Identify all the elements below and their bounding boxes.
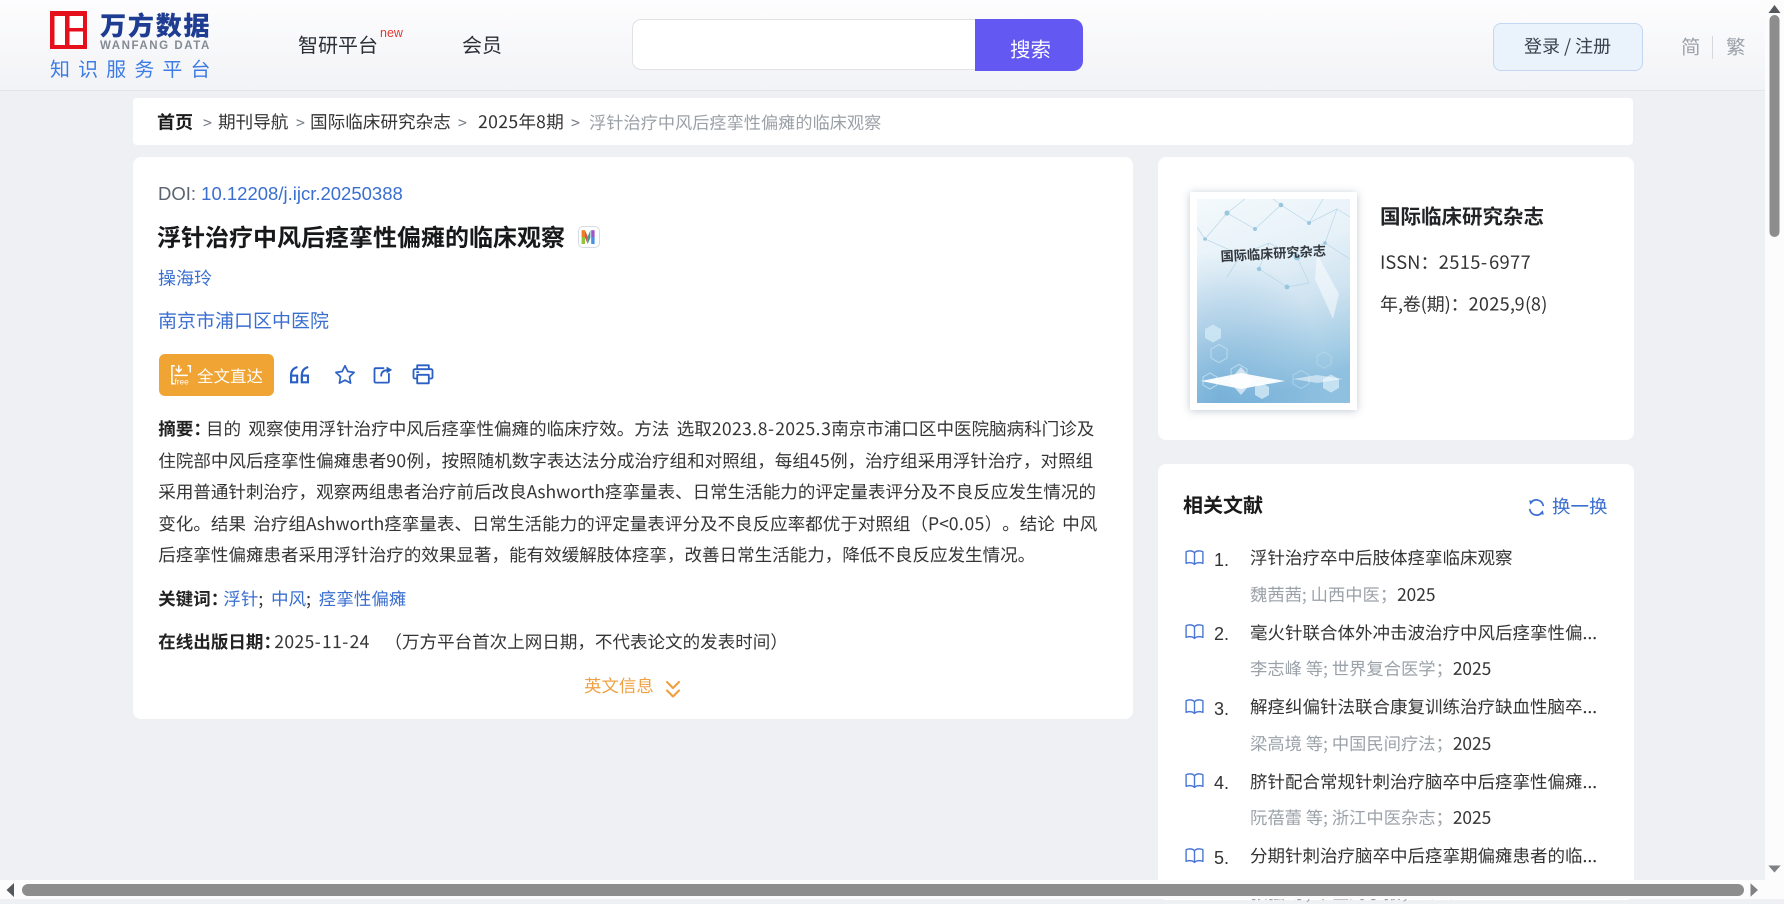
svg-text:free: free [175,377,190,385]
